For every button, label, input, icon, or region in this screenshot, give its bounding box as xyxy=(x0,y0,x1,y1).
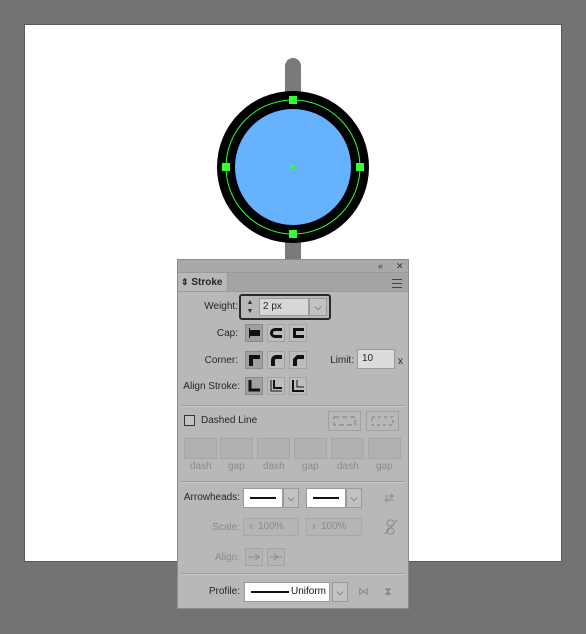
panel-title-bar[interactable]: « ✕ xyxy=(178,260,408,273)
stroke-panel: « ✕ ⇕ Stroke Weight: ▲ ▼ 2 px ⌵ Cap: Corn… xyxy=(177,259,409,609)
start-scale-value: 100% xyxy=(258,521,284,532)
align-inside-icon xyxy=(270,380,282,392)
weight-input[interactable]: 2 px xyxy=(259,298,309,316)
anchor-point-left[interactable] xyxy=(222,163,230,171)
dash-field-1[interactable] xyxy=(184,438,217,459)
limit-suffix: x xyxy=(398,356,403,367)
separator xyxy=(181,573,405,575)
arrow-extend-icon xyxy=(248,553,260,561)
miter-join-icon xyxy=(249,355,260,366)
flip-along-icon[interactable]: ⋈ xyxy=(358,585,369,599)
round-join-button[interactable] xyxy=(267,351,285,369)
preserve-dash-button[interactable] xyxy=(328,411,361,431)
end-arrowhead-dropdown[interactable]: ⌵ xyxy=(346,488,362,508)
profile-label: Profile: xyxy=(208,586,240,597)
tab-stroke[interactable]: ⇕ Stroke xyxy=(178,273,228,291)
miter-join-button[interactable] xyxy=(245,351,263,369)
arrow-place-icon xyxy=(270,553,282,561)
weight-stepper-icon[interactable]: ▲ ▼ xyxy=(243,298,257,316)
round-cap-icon xyxy=(270,328,282,338)
preserve-dash-icon xyxy=(333,416,356,426)
profile-value: Uniform xyxy=(290,586,326,597)
start-scale-input[interactable]: ⇕ 100% xyxy=(243,518,299,536)
projecting-cap-button[interactable] xyxy=(289,324,307,342)
align-center-button[interactable] xyxy=(245,377,263,395)
close-icon[interactable]: ✕ xyxy=(396,260,404,272)
end-scale-input[interactable]: ⇕ 100% xyxy=(306,518,362,536)
butt-cap-button[interactable] xyxy=(245,324,263,342)
dashed-line-checkbox[interactable] xyxy=(184,415,195,426)
align-dash-button[interactable] xyxy=(366,411,399,431)
profile-dropdown[interactable]: ⌵ xyxy=(332,582,348,602)
flip-across-icon[interactable]: ⧗ xyxy=(384,585,392,599)
link-scale-icon[interactable] xyxy=(384,519,398,535)
arrowheads-label: Arrowheads: xyxy=(183,492,240,503)
limit-label: Limit: xyxy=(330,355,354,366)
tab-arrows-icon: ⇕ xyxy=(181,277,189,287)
start-arrowhead-preview xyxy=(250,497,276,499)
round-cap-button[interactable] xyxy=(267,324,285,342)
gap-label-2: gap xyxy=(302,461,319,472)
collapse-icon[interactable]: « xyxy=(378,260,383,272)
weight-label: Weight: xyxy=(204,301,238,312)
start-arrowhead-dropdown[interactable]: ⌵ xyxy=(283,488,299,508)
separator xyxy=(181,405,405,407)
start-arrowhead-field[interactable] xyxy=(243,488,283,508)
bevel-join-button[interactable] xyxy=(289,351,307,369)
dash-label-3: dash xyxy=(337,461,359,472)
round-join-icon xyxy=(271,355,282,366)
limit-input[interactable]: 10 xyxy=(357,349,395,369)
weight-dropdown-button[interactable]: ⌵ xyxy=(309,298,327,316)
align-inside-button[interactable] xyxy=(267,377,285,395)
end-scale-value: 100% xyxy=(321,521,347,532)
corner-label: Corner: xyxy=(204,355,238,366)
panel-tab-row: ⇕ Stroke xyxy=(178,273,408,292)
separator xyxy=(181,481,405,483)
tab-stroke-label: Stroke xyxy=(191,277,223,288)
align-center-icon xyxy=(248,380,260,392)
arrow-place-button[interactable] xyxy=(267,548,285,566)
anchor-point-right[interactable] xyxy=(356,163,364,171)
center-point xyxy=(291,165,295,169)
start-scale-stepper-icon: ⇕ xyxy=(248,524,254,531)
arrow-extend-button[interactable] xyxy=(245,548,263,566)
weight-control: ▲ ▼ 2 px ⌵ xyxy=(239,294,331,320)
align-label: Align: xyxy=(214,552,240,563)
dash-field-3[interactable] xyxy=(331,438,364,459)
dash-label-1: dash xyxy=(190,461,212,472)
align-dash-icon xyxy=(371,416,394,426)
align-stroke-label: Align Stroke: xyxy=(183,381,240,392)
butt-cap-icon xyxy=(249,328,260,338)
end-scale-stepper-icon: ⇕ xyxy=(311,524,317,531)
dashed-line-label: Dashed Line xyxy=(201,415,258,426)
profile-select[interactable]: Uniform xyxy=(244,582,330,602)
gap-field-2[interactable] xyxy=(294,438,327,459)
scale-label: Scale: xyxy=(212,522,240,533)
cap-label: Cap: xyxy=(216,328,238,339)
gap-field-1[interactable] xyxy=(220,438,253,459)
align-outside-button[interactable] xyxy=(289,377,307,395)
gap-label-1: gap xyxy=(228,461,245,472)
bevel-join-icon xyxy=(293,355,304,366)
dash-field-2[interactable] xyxy=(257,438,290,459)
align-outside-icon xyxy=(292,380,304,392)
dash-label-2: dash xyxy=(263,461,285,472)
end-arrowhead-field[interactable] xyxy=(306,488,346,508)
swap-arrowheads-icon[interactable]: ⇄ xyxy=(384,491,394,505)
end-arrowhead-preview xyxy=(313,497,339,499)
anchor-point-top[interactable] xyxy=(289,96,297,104)
gap-field-3[interactable] xyxy=(368,438,401,459)
gap-label-3: gap xyxy=(376,461,393,472)
projecting-cap-icon xyxy=(293,328,304,338)
profile-preview xyxy=(251,591,289,593)
anchor-point-bottom[interactable] xyxy=(289,230,297,238)
panel-menu-icon[interactable] xyxy=(392,279,402,288)
